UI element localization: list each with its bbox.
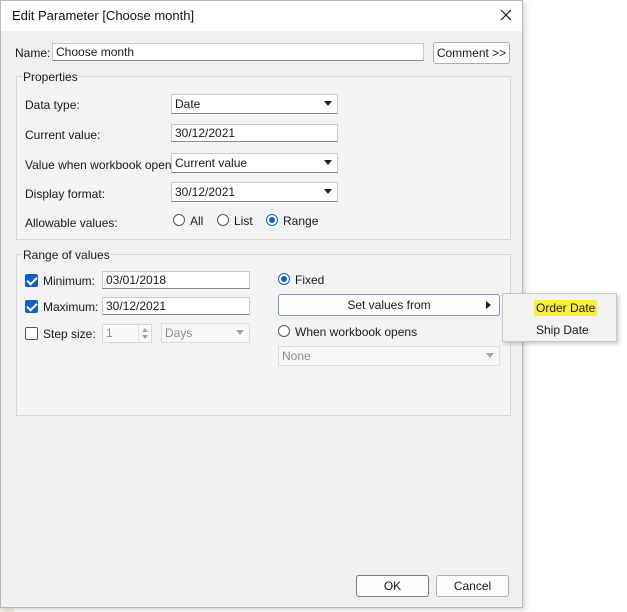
allowable-values-label: Allowable values:	[25, 216, 118, 230]
when-workbook-opens-label: When workbook opens	[295, 325, 418, 339]
allowable-list-radio[interactable]	[217, 214, 229, 226]
submenu-item-order-date[interactable]: Order Date	[534, 300, 598, 316]
minimum-checkbox[interactable]	[25, 274, 38, 287]
chevron-down-icon	[486, 353, 494, 358]
current-value-input[interactable]: 30/12/2021	[171, 124, 338, 142]
name-input[interactable]: Choose month	[52, 43, 424, 61]
data-type-dropdown[interactable]: Date	[171, 94, 338, 114]
workbook-opens-label: Value when workbook opens:	[25, 158, 181, 172]
maximum-input[interactable]: 30/12/2021	[102, 297, 250, 315]
name-label: Name:	[15, 46, 51, 60]
allowable-range-radio[interactable]	[266, 214, 278, 226]
title-bar: Edit Parameter [Choose month]	[1, 1, 522, 31]
chevron-right-icon	[486, 301, 491, 309]
set-values-submenu: Order Date Ship Date	[502, 293, 617, 342]
display-format-value: 30/12/2021	[175, 185, 236, 199]
dialog-title: Edit Parameter [Choose month]	[12, 8, 195, 23]
current-value-label: Current value:	[25, 128, 101, 142]
chevron-down-icon	[324, 189, 332, 194]
workbook-opens-dropdown[interactable]: Current value	[171, 153, 338, 173]
workbook-opens-value: Current value	[175, 156, 248, 170]
allowable-all-radio[interactable]	[173, 214, 185, 226]
step-size-checkbox[interactable]	[25, 327, 38, 340]
maximum-label: Maximum:	[43, 300, 99, 314]
when-workbook-opens-radio[interactable]	[278, 325, 290, 337]
allowable-range-label: Range	[283, 214, 319, 228]
set-values-from-button[interactable]: Set values from	[278, 294, 500, 316]
comment-button[interactable]: Comment >>	[433, 42, 510, 64]
minimum-label: Minimum:	[43, 274, 96, 288]
step-unit-dropdown[interactable]: Days	[161, 323, 250, 343]
cancel-button[interactable]: Cancel	[436, 575, 509, 597]
fixed-radio[interactable]	[278, 273, 290, 285]
set-values-from-label: Set values from	[347, 298, 431, 312]
edit-parameter-dialog: Edit Parameter [Choose month] Name: Choo…	[0, 0, 523, 608]
display-format-dropdown[interactable]: 30/12/2021	[171, 182, 338, 202]
ok-button[interactable]: OK	[356, 575, 429, 597]
display-format-label: Display format:	[25, 187, 106, 201]
minimum-input[interactable]: 03/01/2018	[102, 271, 250, 289]
properties-group-title: Properties	[22, 70, 79, 84]
chevron-down-icon	[324, 160, 332, 165]
data-type-value: Date	[175, 97, 201, 111]
step-size-spinner[interactable]	[138, 324, 151, 343]
range-group-title: Range of values	[22, 248, 111, 262]
when-opens-dropdown[interactable]: None	[278, 346, 500, 366]
allowable-all-label: All	[190, 214, 204, 228]
close-button[interactable]	[493, 4, 519, 26]
data-type-label: Data type:	[25, 98, 80, 112]
spinner-up-icon	[142, 328, 148, 332]
maximum-checkbox[interactable]	[25, 300, 38, 313]
when-opens-value: None	[282, 349, 311, 363]
chevron-down-icon	[324, 101, 332, 106]
step-size-label: Step size:	[43, 327, 96, 341]
step-unit-value: Days	[165, 326, 193, 340]
submenu-item-ship-date[interactable]: Ship Date	[534, 322, 591, 338]
fixed-label: Fixed	[295, 273, 325, 287]
close-icon	[500, 9, 512, 21]
spinner-down-icon	[142, 335, 148, 339]
chevron-down-icon	[236, 330, 244, 335]
allowable-list-label: List	[234, 214, 253, 228]
